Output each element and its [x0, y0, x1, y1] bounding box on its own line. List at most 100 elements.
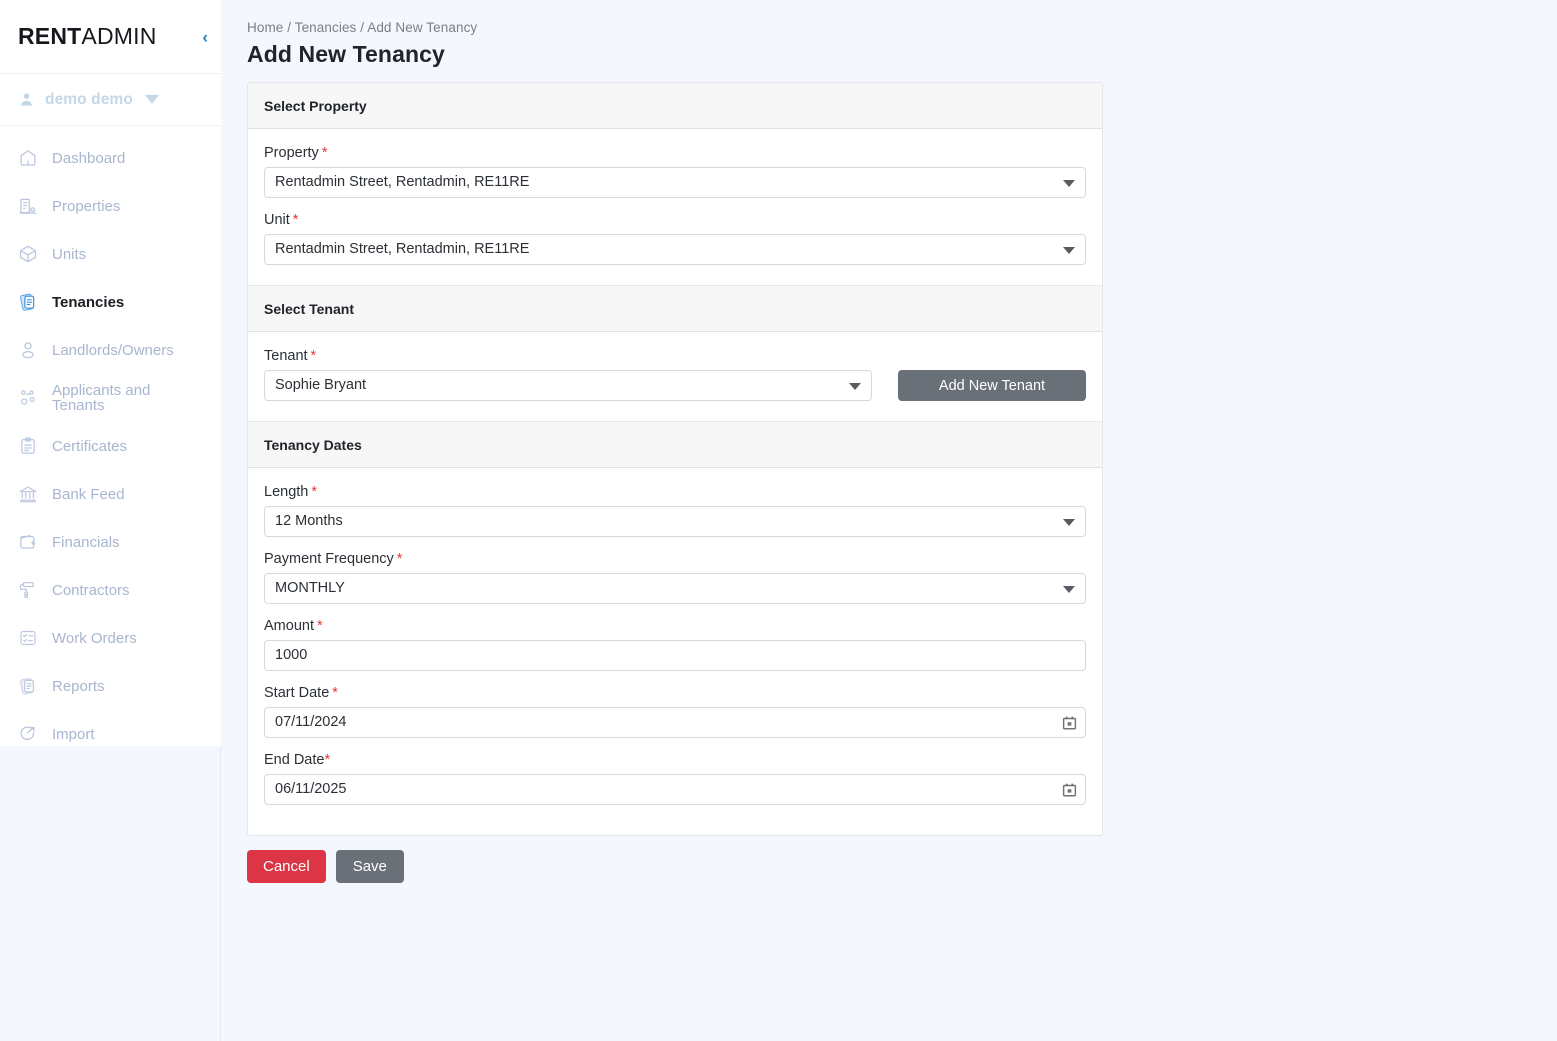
sidebar-item-dashboard[interactable]: Dashboard — [0, 134, 221, 182]
field-tenant: Tenant * Sophie Bryant — [264, 348, 872, 401]
section-body-select-tenant: Tenant * Sophie Bryant Add New Tenant — [248, 332, 1102, 421]
sidebar-item-label: Dashboard — [52, 149, 126, 167]
field-length: Length * 12 Months — [264, 484, 1086, 537]
field-unit: Unit * Rentadmin Street, Rentadmin, RE11R… — [264, 212, 1086, 265]
start-date-input[interactable]: 07/11/2024 — [264, 707, 1086, 738]
payment-frequency-select-control[interactable]: MONTHLY — [264, 573, 1086, 604]
sidebar-item-import[interactable]: Import — [0, 710, 221, 758]
sidebar-item-label: Contractors — [52, 581, 130, 599]
field-start-date: Start Date * 07/11/2024 — [264, 685, 1086, 738]
tenant-label: Tenant * — [264, 348, 872, 364]
length-select[interactable]: 12 Months — [264, 506, 1086, 537]
sidebar-item-properties[interactable]: Properties — [0, 182, 221, 230]
start-date-label: Start Date * — [264, 685, 1086, 701]
field-payment-frequency: Payment Frequency * MONTHLY — [264, 551, 1086, 604]
property-label-text: Property — [264, 145, 319, 161]
payment-frequency-select[interactable]: MONTHLY — [264, 573, 1086, 604]
brand-header: RENTADMIN ‹ — [0, 0, 221, 74]
page-title: Add New Tenancy — [247, 41, 445, 67]
unit-select[interactable]: Rentadmin Street, Rentadmin, RE11RE — [264, 234, 1086, 265]
section-header-tenancy-dates: Tenancy Dates — [248, 421, 1102, 468]
sidebar-item-label: Tenancies — [52, 293, 125, 311]
sidebar-item-label: Import — [52, 725, 95, 743]
logo-light-part: ADMIN — [81, 23, 157, 49]
end-date-label-text: End Date — [264, 752, 325, 768]
sidebar-item-label: Landlords/Owners — [52, 341, 174, 359]
cancel-button[interactable]: Cancel — [247, 850, 326, 883]
building-icon — [19, 198, 37, 214]
tenant-select[interactable]: Sophie Bryant — [264, 370, 872, 401]
caret-down-icon — [144, 95, 159, 104]
property-select-control[interactable]: Rentadmin Street, Rentadmin, RE11RE — [264, 167, 1086, 198]
clipboard-icon — [21, 437, 35, 454]
logo-bold-part: RENT — [18, 23, 82, 49]
users-group-icon — [21, 390, 35, 405]
field-amount: Amount * 1000 — [264, 618, 1086, 671]
end-date-input[interactable]: 06/11/2025 — [264, 774, 1086, 805]
import-arrow-icon — [20, 726, 35, 741]
amount-input[interactable]: 1000 — [264, 640, 1086, 671]
amount-label: Amount * — [264, 618, 1086, 634]
form-actions: Cancel Save — [247, 850, 1557, 883]
required-asterisk: * — [396, 551, 403, 567]
app-root: RENTADMIN ‹ demo demo Dashboard Properti… — [0, 0, 1557, 1041]
user-menu[interactable]: demo demo — [0, 74, 221, 126]
sidebar-item-reports[interactable]: Reports — [0, 662, 221, 710]
sidebar-item-certificates[interactable]: Certificates — [0, 422, 221, 470]
checklist-icon — [20, 630, 36, 646]
sidebar-item-label: Certificates — [52, 437, 128, 455]
field-end-date: End Date* 06/11/2025 — [264, 752, 1086, 805]
property-label: Property * — [264, 145, 1086, 161]
tenancy-form-card: Select Property Property * Rentadmin Stre… — [247, 82, 1103, 836]
user-icon — [22, 342, 34, 359]
required-asterisk: * — [321, 145, 328, 161]
length-select-control[interactable]: 12 Months — [264, 506, 1086, 537]
section-header-select-property: Select Property — [248, 83, 1102, 129]
person-icon — [21, 93, 32, 106]
sidebar-item-work-orders[interactable]: Work Orders — [0, 614, 221, 662]
section-header-select-tenant: Select Tenant — [248, 285, 1102, 332]
unit-select-control[interactable]: Rentadmin Street, Rentadmin, RE11RE — [264, 234, 1086, 265]
sidebar-nav: Dashboard Properties Units Tenancies Lan… — [0, 126, 221, 758]
add-new-tenant-button[interactable]: Add New Tenant — [898, 370, 1086, 401]
sidebar-item-bank-feed[interactable]: Bank Feed — [0, 470, 221, 518]
unit-label: Unit * — [264, 212, 1086, 228]
sidebar-item-landlords-owners[interactable]: Landlords/Owners — [0, 326, 221, 374]
sidebar-item-label: Properties — [52, 197, 121, 215]
sidebar-item-label: Financials — [52, 533, 120, 551]
sidebar-item-tenancies[interactable]: Tenancies — [0, 278, 221, 326]
unit-label-text: Unit — [264, 212, 290, 228]
document-stack-icon — [19, 293, 35, 311]
required-asterisk: * — [332, 685, 338, 701]
tenant-select-control[interactable]: Sophie Bryant — [264, 370, 872, 401]
sidebar-item-label: Reports — [52, 677, 105, 695]
sidebar-item-financials[interactable]: Financials — [0, 518, 221, 566]
home-icon — [20, 150, 36, 166]
required-asterisk: * — [324, 752, 331, 768]
paint-roller-icon — [19, 582, 34, 599]
sidebar: RENTADMIN ‹ demo demo Dashboard Properti… — [0, 0, 221, 746]
sidebar-item-applicants-and-tenants[interactable]: Applicants and Tenants — [0, 374, 221, 422]
payment-frequency-label: Payment Frequency * — [264, 551, 1086, 567]
field-property: Property * Rentadmin Street, Rentadmin, R… — [264, 145, 1086, 198]
end-date-input-control[interactable]: 06/11/2025 — [264, 774, 1086, 805]
required-asterisk: * — [311, 484, 318, 500]
sidebar-item-contractors[interactable]: Contractors — [0, 566, 221, 614]
tenant-row: Tenant * Sophie Bryant Add New Tenant — [264, 348, 1086, 401]
property-select[interactable]: Rentadmin Street, Rentadmin, RE11RE — [264, 167, 1086, 198]
user-name: demo demo — [45, 90, 133, 108]
sidebar-item-units[interactable]: Units — [0, 230, 221, 278]
tenant-label-text: Tenant — [264, 348, 308, 364]
required-asterisk: * — [292, 212, 299, 228]
cube-icon — [19, 245, 37, 263]
payment-frequency-label-text: Payment Frequency — [264, 551, 394, 567]
length-label: Length * — [264, 484, 1086, 500]
start-date-input-control[interactable]: 07/11/2024 — [264, 707, 1086, 738]
breadcrumb: Home / Tenancies / Add New Tenancy — [247, 20, 478, 35]
save-button[interactable]: Save — [335, 850, 404, 883]
report-icon — [20, 677, 34, 695]
required-asterisk: * — [316, 618, 323, 634]
bank-icon — [19, 486, 37, 503]
amount-input-control[interactable]: 1000 — [264, 640, 1086, 671]
chevron-left-icon[interactable]: ‹ — [202, 28, 208, 45]
